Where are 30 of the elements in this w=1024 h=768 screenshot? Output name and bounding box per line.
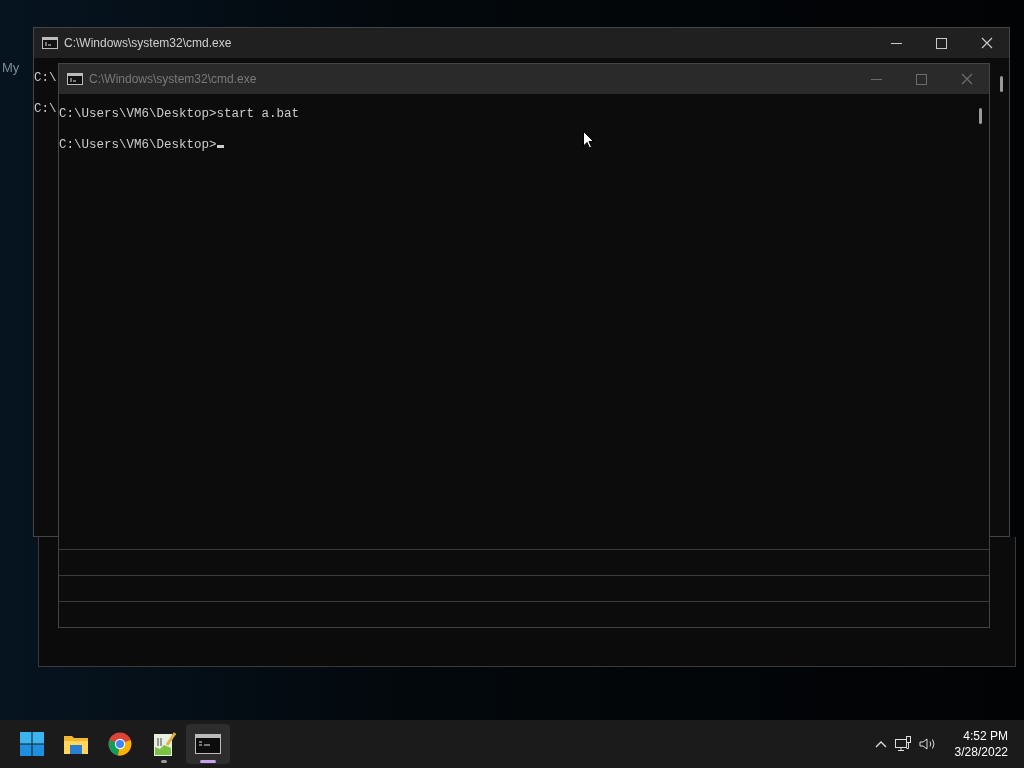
windows-logo-icon [20, 732, 44, 756]
clock-time: 4:52 PM [962, 728, 1008, 744]
mouse-pointer-icon [583, 130, 594, 149]
network-icon[interactable] [894, 736, 911, 752]
console-icon [195, 734, 221, 754]
taskbar-app-button[interactable] [186, 724, 230, 764]
folder-icon [63, 733, 89, 755]
console-line: C:\Users\VM6\Desktop> [59, 138, 224, 153]
clock-date: 3/28/2022 [954, 744, 1008, 760]
window-title: C:\Windows\system32\cmd.exe [64, 35, 233, 52]
minimize-icon [871, 78, 882, 80]
minimize-icon [891, 42, 902, 44]
console-line: C:\ [34, 71, 57, 86]
maximize-icon [916, 73, 927, 85]
close-icon [960, 73, 973, 85]
console-icon [67, 73, 83, 85]
console-line: C:\Users\VM6\Desktop>start a.bat [59, 107, 300, 122]
clock[interactable]: 4:52 PM 3/28/2022 [954, 728, 1008, 760]
desktop-icon-label[interactable]: My [2, 58, 20, 78]
scrollbar-thumb[interactable] [1000, 76, 1003, 92]
chevron-up-icon[interactable] [874, 740, 887, 748]
scrollbar-thumb[interactable] [979, 108, 982, 124]
console-icon [42, 37, 58, 49]
window-title: C:\Windows\system32\cmd.exe [89, 71, 258, 88]
speaker-icon[interactable] [918, 737, 937, 751]
console-line: C:\ [34, 102, 57, 117]
close-icon [980, 37, 993, 49]
maximize-icon [936, 37, 947, 49]
browser-icon [108, 732, 132, 756]
notepad-icon [152, 731, 176, 757]
